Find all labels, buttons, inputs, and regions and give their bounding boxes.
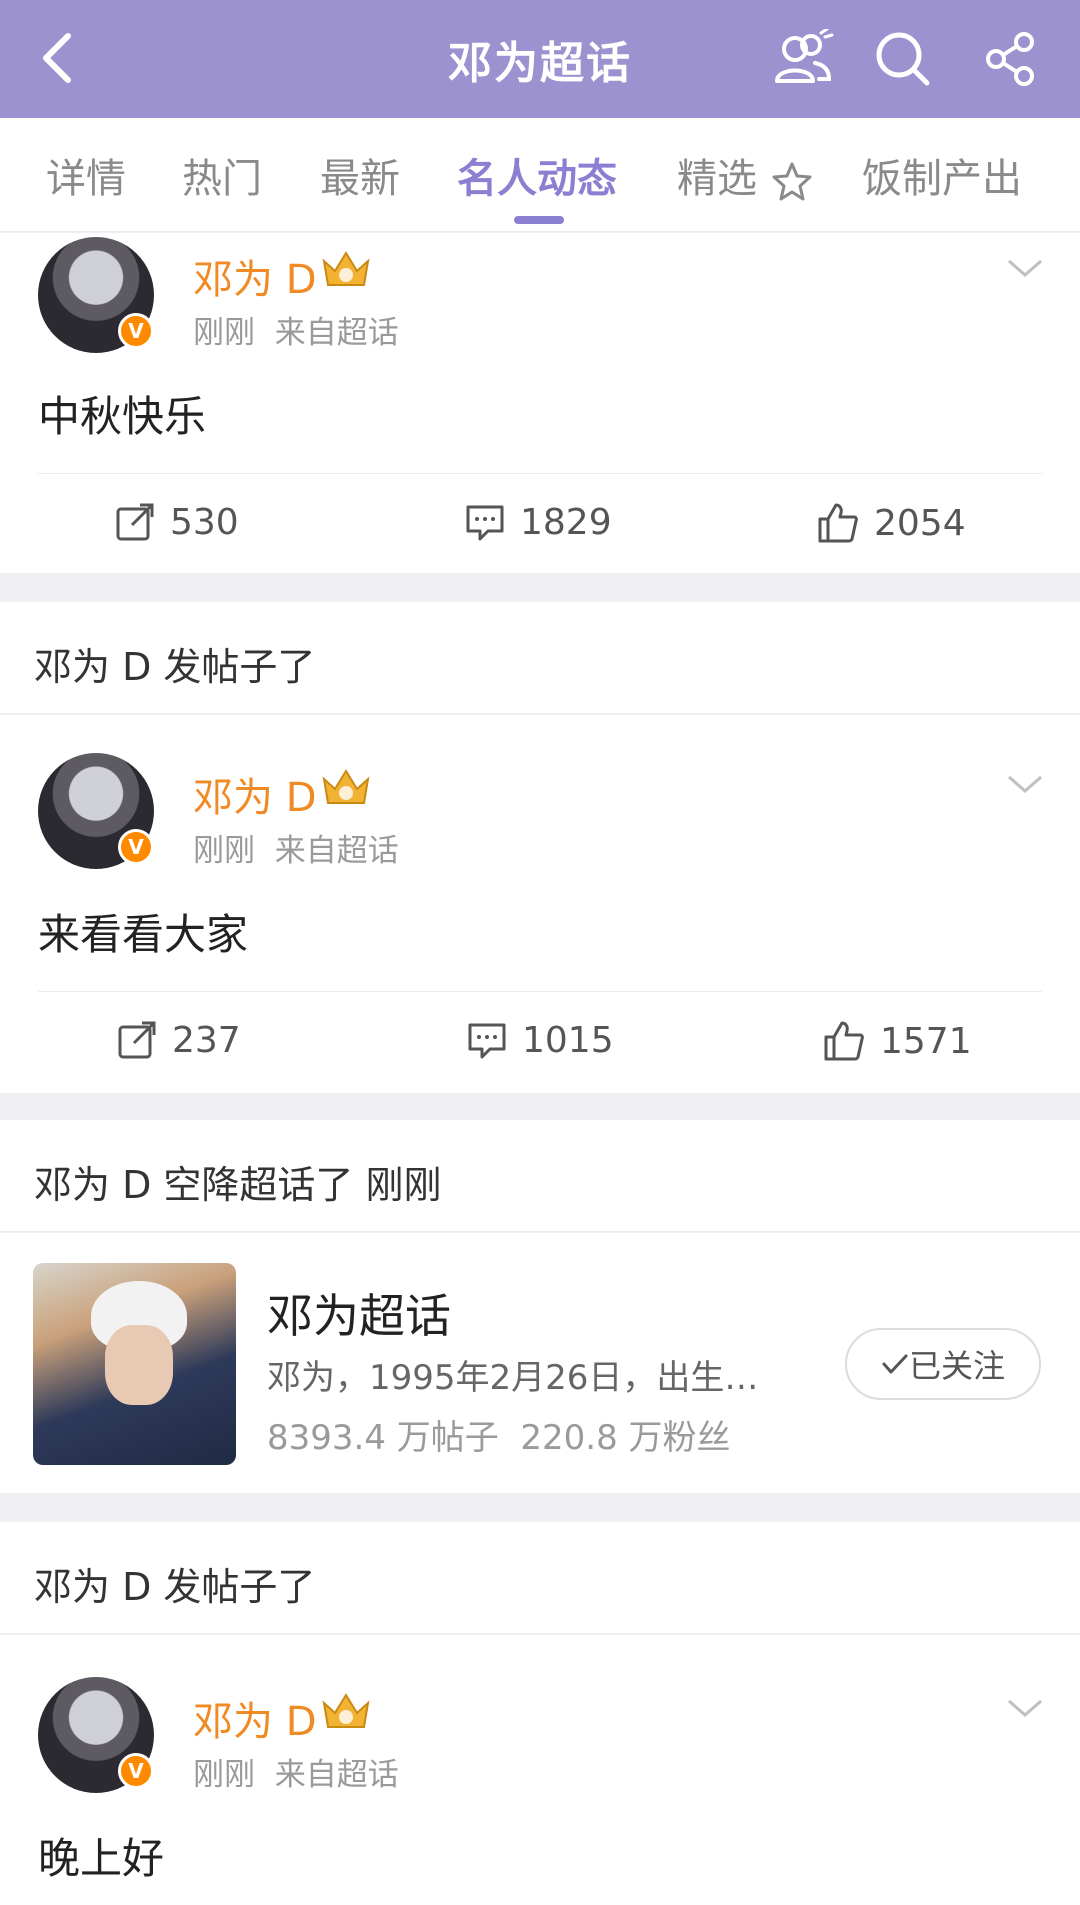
active-tab-indicator [514,216,564,224]
topic-cover-image[interactable] [33,1263,236,1465]
post-time: 刚刚 [193,833,255,869]
topic-description: 邓为，1995年2月26日，出生… [267,1358,759,1398]
post-card[interactable]: V 邓为 D 刚刚 来自超话 来看看大家 237 1015 1571 [0,715,1080,1093]
post-time: 刚刚 [193,315,255,351]
back-button[interactable] [28,30,84,86]
comment-icon [466,505,504,541]
post-source: 来自超话 [274,315,399,351]
topic-title[interactable]: 邓为超话 [267,1280,451,1346]
section-header: 邓为 D 发帖子了 [0,1522,1080,1634]
repost-button[interactable]: 237 [116,1019,241,1061]
topic-fan-count: 220.8 万粉丝 [520,1418,731,1458]
thumbs-up-icon [824,1021,864,1061]
search-button[interactable] [868,24,938,94]
post-text: 来看看大家 [38,910,249,959]
post-text: 晚上好 [38,1834,165,1883]
post-meta: 刚刚 来自超话 [193,825,399,870]
tab-latest[interactable]: 最新 [320,146,400,204]
star-badge-icon [772,162,812,201]
like-count: 1571 [880,1020,972,1062]
like-count: 2054 [874,502,966,544]
crown-icon [322,769,370,804]
tab-featured[interactable]: 精选 [677,146,814,204]
user-group-button[interactable] [768,24,838,94]
share-button[interactable] [976,24,1046,94]
comment-count: 1015 [522,1019,614,1061]
follow-label: 已关注 [908,1347,1005,1385]
tab-fan-made[interactable]: 饭制产出 [862,146,1022,204]
username[interactable]: 邓为 D [193,247,317,305]
crown-icon [322,1693,370,1728]
repost-count: 237 [172,1019,241,1061]
username[interactable]: 邓为 D [193,765,317,823]
followed-button[interactable]: 已关注 [845,1328,1041,1400]
tab-details[interactable]: 详情 [46,146,126,204]
search-icon [876,32,930,86]
verified-badge: V [118,313,154,349]
comment-button[interactable]: 1829 [464,501,612,543]
comment-count: 1829 [520,501,612,543]
verified-badge: V [118,1753,154,1789]
chevron-left-icon [43,33,71,83]
repost-button[interactable]: 530 [114,501,239,543]
verified-badge: V [118,829,154,865]
section-header: 邓为 D 发帖子了 [0,602,1080,714]
like-button[interactable]: 2054 [816,501,966,545]
divider [38,991,1042,992]
post-card[interactable]: V 邓为 D 刚刚 来自超话 晚上好 [0,1635,1080,1905]
post-text: 中秋快乐 [38,392,207,441]
divider [38,473,1042,474]
section-header: 邓为 D 空降超话了 刚刚 [0,1120,1080,1232]
thumbs-up-icon [818,503,858,543]
tab-hot[interactable]: 热门 [182,146,262,204]
section-header-text: 邓为 D 空降超话了 刚刚 [34,1163,442,1207]
post-time: 刚刚 [193,1757,255,1793]
crown-icon [322,251,370,286]
chevron-down-icon[interactable] [1005,1695,1045,1723]
post-source: 来自超话 [274,833,399,869]
tab-bar: 详情 热门 最新 名人动态 精选 饭制产出 [0,118,1080,232]
share-icon [986,32,1034,86]
page: 邓为超话 详情 热门 最新 名人动态 精选 饭制产出 V 邓为 D 刚刚 来自超… [0,0,1080,1905]
post-meta: 刚刚 来自超话 [193,307,399,352]
repost-count: 530 [170,501,239,543]
page-title: 邓为超话 [448,38,632,89]
like-button[interactable]: 1571 [822,1019,972,1063]
user-group-icon [775,29,834,83]
username[interactable]: 邓为 D [193,1689,317,1747]
chevron-down-icon[interactable] [1005,771,1045,799]
topic-stats: 8393.4 万帖子 220.8 万粉丝 [267,1410,731,1459]
comment-button[interactable]: 1015 [466,1019,614,1061]
section-header-text: 邓为 D 发帖子了 [34,1565,316,1609]
chevron-down-icon[interactable] [1005,255,1045,283]
repost-icon [118,1021,156,1059]
repost-icon [116,503,154,541]
check-icon [882,1354,908,1374]
tab-celebrity-updates[interactable]: 名人动态 [457,146,617,204]
tab-featured-label: 精选 [677,156,757,202]
comment-icon [468,1023,506,1059]
post-card[interactable]: V 邓为 D 刚刚 来自超话 中秋快乐 530 1829 2054 [0,233,1080,573]
post-source: 来自超话 [274,1757,399,1793]
top-bar: 邓为超话 [0,0,1080,118]
post-meta: 刚刚 来自超话 [193,1749,399,1794]
section-header-text: 邓为 D 发帖子了 [34,645,316,689]
topic-post-count: 8393.4 万帖子 [267,1418,499,1458]
